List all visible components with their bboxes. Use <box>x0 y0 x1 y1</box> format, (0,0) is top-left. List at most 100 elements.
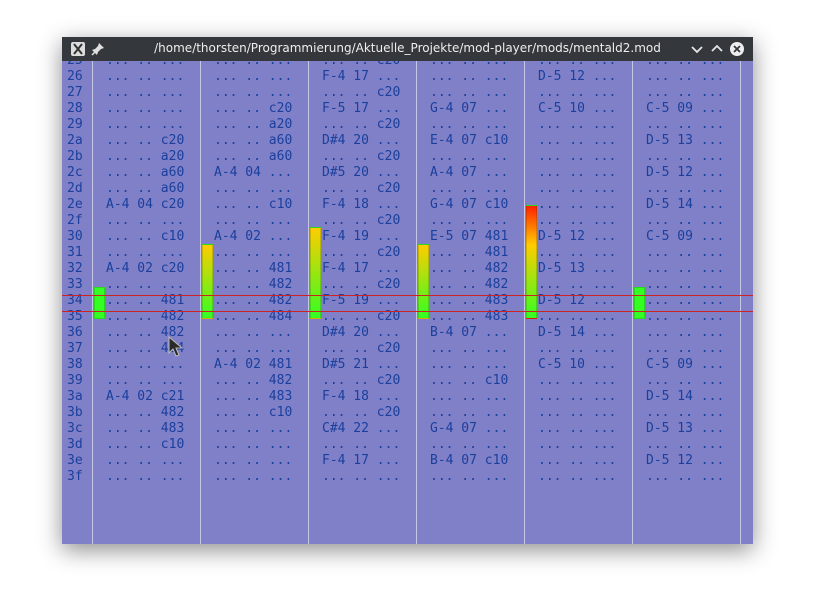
channel-5-cell: ... .. ... <box>538 149 617 164</box>
channel-5-cell: ... .. ... <box>538 85 617 100</box>
channel-6-cell: ... .. ... <box>646 437 725 452</box>
channel-4-cell: G-4 07 ... <box>430 101 509 116</box>
channel-4-cell: ... .. ... <box>430 213 509 228</box>
channel-6-cell: ... .. ... <box>646 261 725 276</box>
channel-3-cell: D#4 20 ... <box>322 133 401 148</box>
channel-5-cell: D-5 12 ... <box>538 69 617 84</box>
pattern-row: 3d ... .. c10 ... .. ... ... .. ... ... .. .… <box>62 437 753 453</box>
close-icon[interactable] <box>729 41 745 57</box>
channel-2-cell: ... .. c10 <box>214 405 293 420</box>
pattern-row: 27 ... .. ... ... .. ... ... .. c20 ... .. .… <box>62 85 753 101</box>
channel-6-cell: D-5 12 ... <box>646 165 725 180</box>
channel-4-cell: G-4 07 ... <box>430 421 509 436</box>
channel-5-cell: ... .. ... <box>538 469 617 484</box>
channel-1-cell: ... .. c10 <box>106 437 185 452</box>
channel-6-cell: ... .. ... <box>646 117 725 132</box>
channel-5-cell: D-5 12 ... <box>538 229 617 244</box>
channel-6-cell: ... .. ... <box>646 85 725 100</box>
channel-6-cell: ... .. ... <box>646 245 725 260</box>
row-number: 3a <box>67 389 83 404</box>
channel-5-cell: ... .. ... <box>538 277 617 292</box>
channel-2-level-meter <box>202 244 213 319</box>
channel-5-cell: ... .. ... <box>538 117 617 132</box>
channel-3-level-meter <box>310 227 321 319</box>
pattern-row: 3f ... .. ... ... .. ... ... .. ... ... .. .… <box>62 469 753 485</box>
channel-1-cell: A-4 02 c20 <box>106 261 185 276</box>
channel-2-cell: ... .. ... <box>214 453 293 468</box>
channel-4-cell: ... .. ... <box>430 341 509 356</box>
channel-2-cell: ... .. c20 <box>214 101 293 116</box>
channel-3-cell: ... .. c20 <box>322 117 401 132</box>
channel-6-cell: C-5 09 ... <box>646 357 725 372</box>
window-title: /home/thorsten/Programmierung/Aktuelle_P… <box>154 41 661 55</box>
pattern-row: 38 ... .. ... A-4 02 481 D#5 21 ... ... .. .… <box>62 357 753 373</box>
channel-2-cell: ... .. 483 <box>214 389 293 404</box>
channel-2-cell: ... .. ... <box>214 341 293 356</box>
channel-3-cell: ... .. c20 <box>322 277 401 292</box>
pattern-row: 2e A-4 04 c20 ... .. c10 F-4 18 ... G-4 07 c… <box>62 197 753 213</box>
row-number: 3d <box>67 437 83 452</box>
row-number: 31 <box>67 245 83 260</box>
channel-1-cell: ... .. a60 <box>106 165 185 180</box>
channel-4-cell: ... .. ... <box>430 469 509 484</box>
channel-2-cell: ... .. ... <box>214 85 293 100</box>
title-bar[interactable]: /home/thorsten/Programmierung/Aktuelle_P… <box>62 37 753 61</box>
channel-5-cell: C-5 10 ... <box>538 357 617 372</box>
channel-3-cell: F-4 17 ... <box>322 453 401 468</box>
pattern-row: 3b ... .. 482 ... .. c10 ... .. c20 ... .. .… <box>62 405 753 421</box>
pattern-row: 29 ... .. ... ... .. a20 ... .. c20 ... .. .… <box>62 117 753 133</box>
channel-4-cell: ... .. 482 <box>430 261 509 276</box>
pattern-row: 32 A-4 02 c20 ... .. 481 F-4 17 ... ... .. 4… <box>62 261 753 277</box>
channel-4-cell: G-4 07 c10 <box>430 197 509 212</box>
row-number: 3c <box>67 421 83 436</box>
channel-2-cell: ... .. a20 <box>214 117 293 132</box>
channel-3-cell: F-4 19 ... <box>322 229 401 244</box>
channel-3-cell: F-4 18 ... <box>322 197 401 212</box>
pattern-row: 31 ... .. ... ... .. ... ... .. c20 ... .. 4… <box>62 245 753 261</box>
channel-1-cell: ... .. 483 <box>106 421 185 436</box>
channel-5-cell: ... .. ... <box>538 389 617 404</box>
channel-5-cell: ... .. ... <box>538 197 617 212</box>
pattern-row: 3c ... .. 483 ... .. ... C#4 22 ... G-4 07 .… <box>62 421 753 437</box>
channel-2-cell: ... .. c10 <box>214 197 293 212</box>
channel-3-cell: F-4 18 ... <box>322 389 401 404</box>
row-number: 33 <box>67 277 83 292</box>
minimize-icon[interactable] <box>689 41 705 57</box>
channel-1-cell: ... .. c10 <box>106 229 185 244</box>
pin-icon[interactable] <box>90 41 106 57</box>
channel-1-cell: ... .. ... <box>106 373 185 388</box>
maximize-icon[interactable] <box>709 41 725 57</box>
channel-3-cell: D#4 20 ... <box>322 325 401 340</box>
row-number: 3f <box>67 469 83 484</box>
channel-3-cell: ... .. c20 <box>322 181 401 196</box>
channel-3-cell: D#5 21 ... <box>322 357 401 372</box>
channel-6-cell: ... .. ... <box>646 469 725 484</box>
channel-5-cell: ... .. ... <box>538 165 617 180</box>
channel-5-cell: ... .. ... <box>538 133 617 148</box>
pattern-view[interactable]: 25... .. ...... .. ...... .. c20... .. .… <box>62 61 753 544</box>
channel-2-cell: A-4 04 ... <box>214 165 293 180</box>
channel-3-cell: ... .. c20 <box>322 245 401 260</box>
channel-1-cell: A-4 04 c20 <box>106 197 185 212</box>
channel-2-cell: ... .. 481 <box>214 261 293 276</box>
channel-5-cell: D-5 14 ... <box>538 325 617 340</box>
pattern-row: 25 ... .. ... ... .. ... ... .. c20 ... .. .… <box>62 61 753 69</box>
channel-4-cell: ... .. ... <box>430 61 508 69</box>
channel-5-cell: ... .. ... <box>538 453 617 468</box>
channel-4-cell: E-4 07 c10 <box>430 133 509 148</box>
channel-4-cell: B-4 07 c10 <box>430 453 509 468</box>
pattern-row: 3e ... .. ... ... .. ... F-4 17 ... B-4 07 c… <box>62 453 753 469</box>
channel-6-cell: ... .. ... <box>646 405 725 420</box>
row-number: 2b <box>67 149 83 164</box>
row-number: 25 <box>67 61 83 69</box>
channel-6-level-meter <box>634 287 645 319</box>
channel-5-cell: C-5 10 ... <box>538 101 617 116</box>
channel-3-cell: F-4 17 ... <box>322 261 401 276</box>
channel-3-cell: F-5 17 ... <box>322 101 401 116</box>
pattern-row: 26 ... .. ... ... .. ... F-4 17 ... ... .. .… <box>62 69 753 85</box>
channel-2-cell: ... .. ... <box>214 437 293 452</box>
row-number: 2f <box>67 213 83 228</box>
row-number: 2d <box>67 181 83 196</box>
channel-4-cell: ... .. ... <box>430 117 509 132</box>
channel-2-cell: ... .. a60 <box>214 149 293 164</box>
